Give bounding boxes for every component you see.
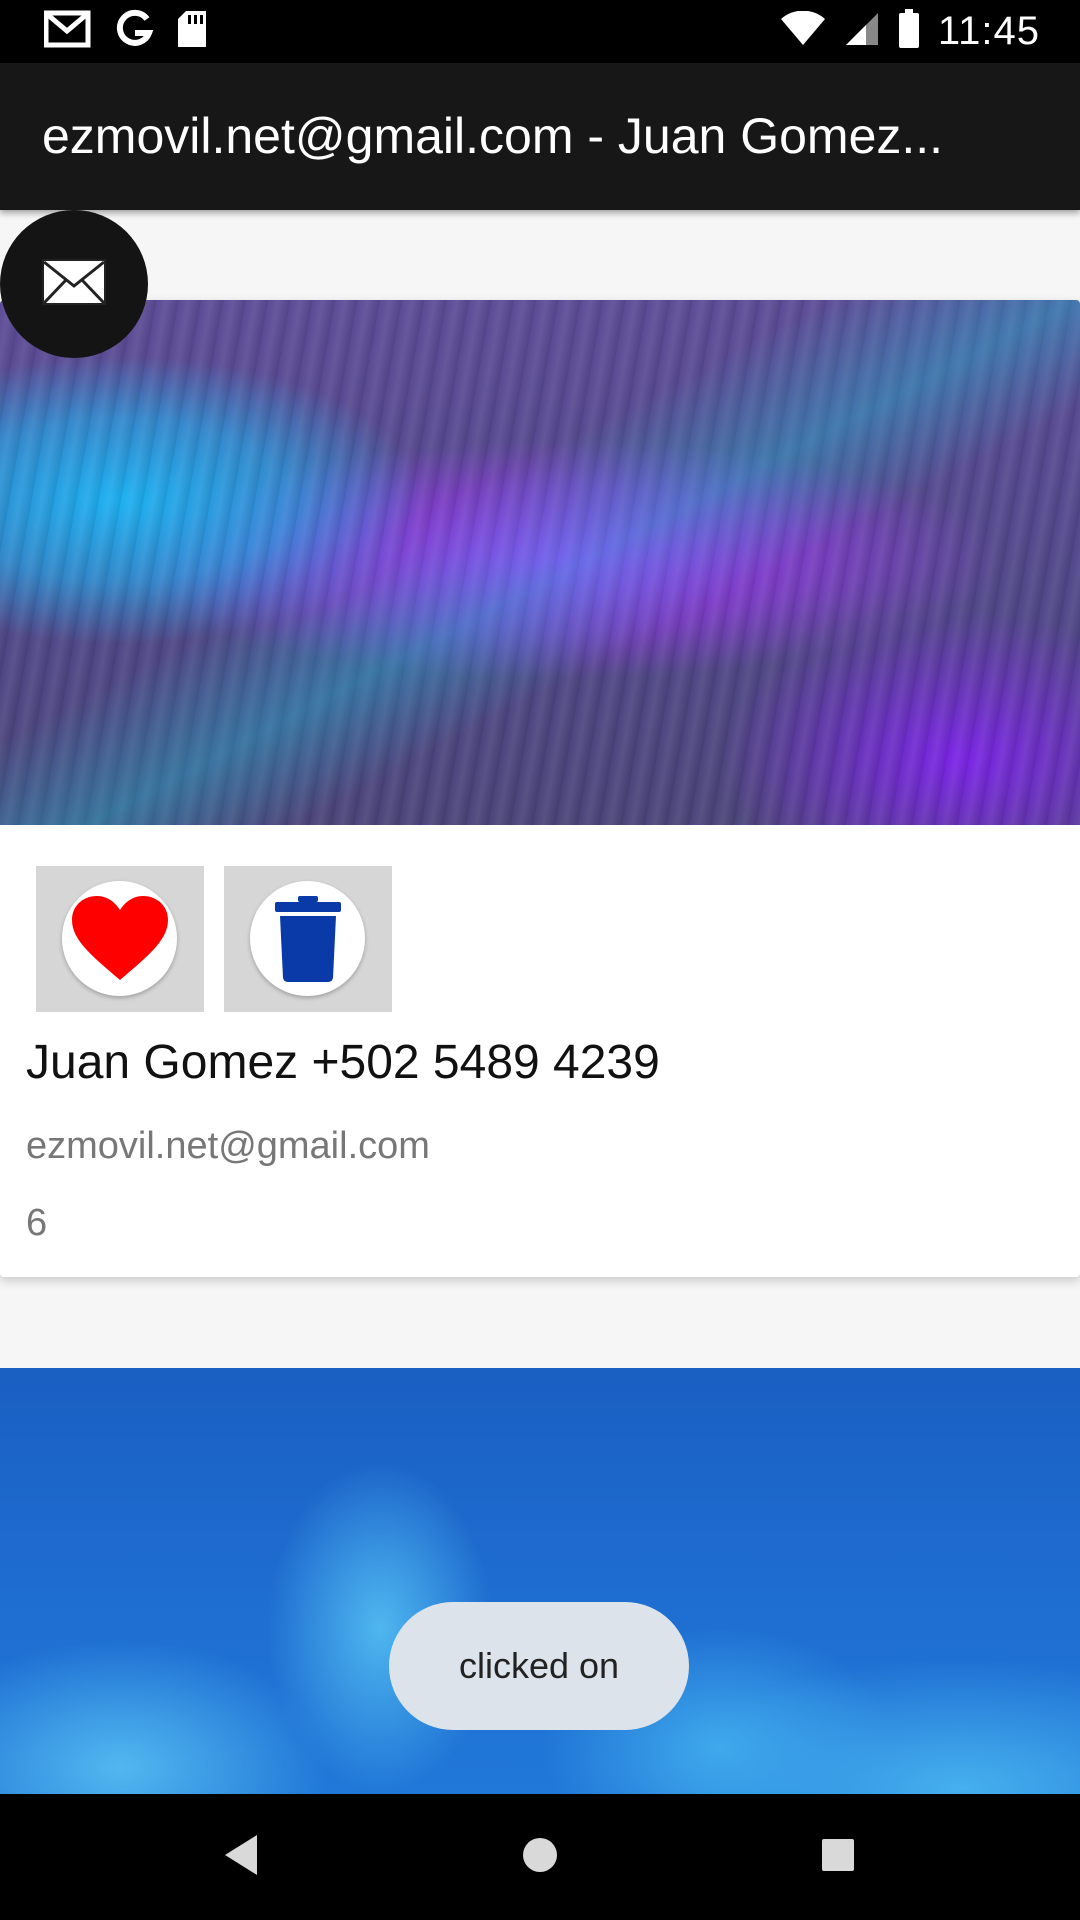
notification-icons xyxy=(43,9,208,54)
contact-email: ezmovil.net@gmail.com xyxy=(26,1125,430,1167)
navigation-bar xyxy=(0,1794,1080,1920)
trash-icon xyxy=(250,881,365,996)
battery-icon xyxy=(898,9,920,54)
recents-button[interactable] xyxy=(803,1822,873,1892)
wifi-icon xyxy=(780,10,826,52)
page-title: ezmovil.net@gmail.com - Juan Gomez... xyxy=(42,108,944,164)
home-icon xyxy=(520,1835,560,1880)
contact-name-phone: Juan Gomez +502 5489 4239 xyxy=(26,1036,660,1089)
app-bar: ezmovil.net@gmail.com - Juan Gomez... xyxy=(0,63,1080,210)
gmail-icon xyxy=(43,9,92,54)
clock: 11:45 xyxy=(937,9,1040,53)
toast-message: clicked on xyxy=(389,1602,689,1730)
envelope-icon xyxy=(41,258,107,311)
card-image xyxy=(0,300,1080,825)
recents-icon xyxy=(820,1837,856,1878)
like-button[interactable] xyxy=(36,866,204,1012)
signal-icon xyxy=(844,11,880,52)
status-bar: 11:45 xyxy=(0,0,1080,63)
back-icon xyxy=(221,1833,261,1882)
contact-card[interactable]: Juan Gomez +502 5489 4239 ezmovil.net@gm… xyxy=(0,300,1080,1277)
email-fab-button[interactable] xyxy=(0,210,148,358)
delete-button[interactable] xyxy=(224,866,392,1012)
system-icons: 11:45 xyxy=(780,9,1040,54)
contact-count: 6 xyxy=(26,1202,48,1244)
google-icon xyxy=(114,9,154,54)
heart-icon xyxy=(62,881,177,996)
sd-card-icon xyxy=(176,9,208,54)
home-button[interactable] xyxy=(505,1822,575,1892)
contact-card-image[interactable] xyxy=(0,1368,1080,1794)
back-button[interactable] xyxy=(206,1822,276,1892)
